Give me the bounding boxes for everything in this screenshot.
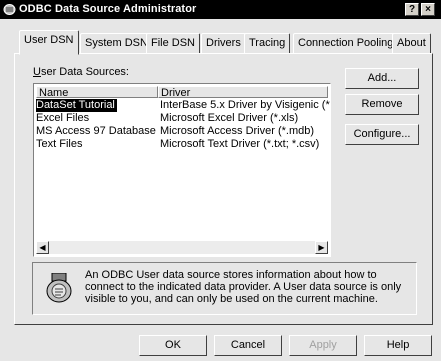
help-title-button[interactable]: ? xyxy=(405,3,419,16)
odbc-app-icon xyxy=(3,4,16,15)
column-header-name[interactable]: Name xyxy=(36,86,158,98)
info-box: An ODBC User data source stores informat… xyxy=(32,262,417,315)
info-text: An ODBC User data source stores informat… xyxy=(85,269,402,305)
user-data-sources-label: User Data Sources: xyxy=(33,66,129,78)
tab-about[interactable]: About xyxy=(392,33,431,54)
data-source-name: DataSet Tutorial xyxy=(36,99,117,112)
data-source-driver: Microsoft Text Driver (*.txt; *.csv) xyxy=(160,138,320,150)
tab-file-dsn[interactable]: File DSN xyxy=(146,33,201,54)
data-source-driver: Microsoft Excel Driver (*.xls) xyxy=(160,112,299,124)
apply-button[interactable]: Apply xyxy=(289,335,357,356)
horizontal-scrollbar[interactable]: ◀ ▶ xyxy=(36,241,328,254)
odbc-admin-window: ODBC Data Source Administrator ? × User … xyxy=(0,0,441,361)
configure-button[interactable]: Configure... xyxy=(345,124,419,145)
data-source-driver: InterBase 5.x Driver by Visigenic (*.gc xyxy=(160,99,330,111)
tab-user-dsn[interactable]: User DSN xyxy=(19,30,79,55)
help-button[interactable]: Help xyxy=(364,335,432,356)
cancel-button[interactable]: Cancel xyxy=(214,335,282,356)
scroll-left-icon[interactable]: ◀ xyxy=(36,241,49,254)
data-source-name: MS Access 97 Database xyxy=(36,125,156,137)
scroll-right-icon[interactable]: ▶ xyxy=(315,241,328,254)
add-button[interactable]: Add... xyxy=(345,68,419,89)
tab-drivers[interactable]: Drivers xyxy=(201,33,246,54)
tab-system-dsn[interactable]: System DSN xyxy=(80,33,153,54)
data-source-name: Text Files xyxy=(36,138,83,150)
remove-button[interactable]: Remove xyxy=(345,94,419,115)
odbc-database-icon xyxy=(46,273,72,303)
ok-button[interactable]: OK xyxy=(139,335,207,356)
title-bar[interactable]: ODBC Data Source Administrator ? × xyxy=(0,0,441,19)
tab-tracing[interactable]: Tracing xyxy=(244,33,291,54)
column-header-driver[interactable]: Driver xyxy=(158,86,328,98)
data-source-name: Excel Files xyxy=(36,112,90,124)
data-source-driver: Microsoft Access Driver (*.mdb) xyxy=(160,125,315,137)
tab-connection-pooling[interactable]: Connection Pooling xyxy=(293,33,399,54)
window-title: ODBC Data Source Administrator xyxy=(19,3,197,15)
user-data-sources-list[interactable]: Name Driver DataSet Tutorial InterBase 5… xyxy=(33,83,331,257)
close-title-button[interactable]: × xyxy=(421,3,435,16)
